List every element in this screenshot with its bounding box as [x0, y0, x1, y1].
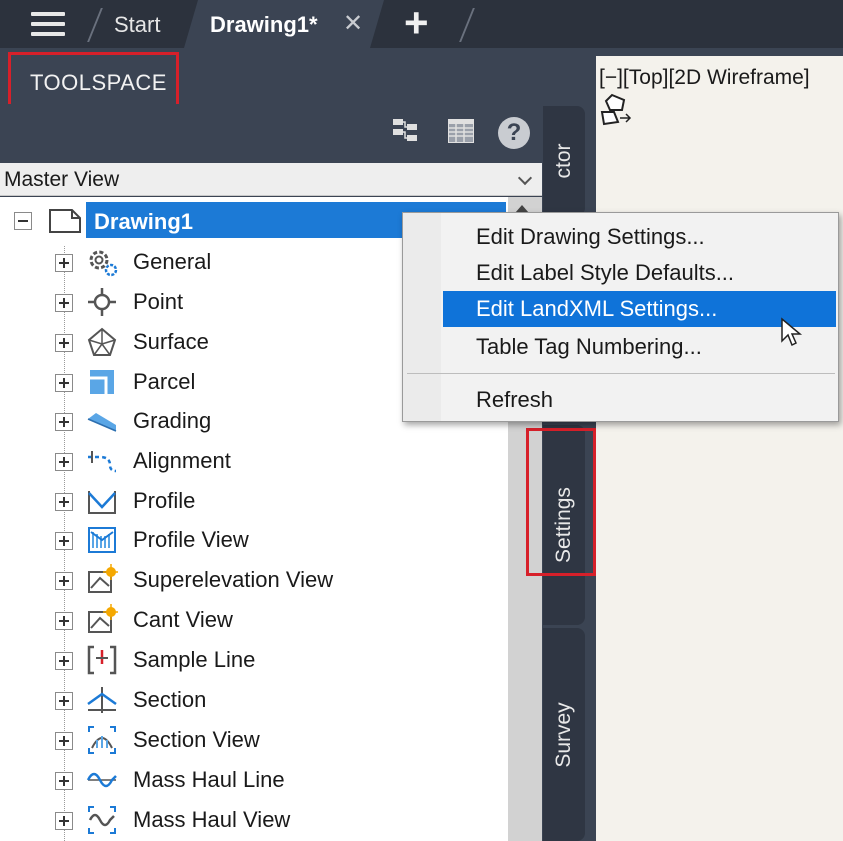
tree-node-sample-line[interactable]: Sample Line — [0, 642, 508, 678]
hamburger-menu-icon[interactable] — [31, 12, 65, 36]
tab-survey[interactable]: Survey — [543, 628, 585, 841]
gear-icon — [89, 250, 118, 277]
point-icon — [88, 288, 116, 316]
close-tab-icon[interactable]: ✕ — [343, 9, 363, 38]
cant-view-icon — [88, 604, 118, 633]
menu-item-edit-drawing-settings[interactable]: Edit Drawing Settings... — [443, 219, 836, 255]
section-icon — [87, 687, 117, 713]
expand-toggle[interactable] — [55, 572, 73, 590]
tab-drawing1-label[interactable]: Drawing1* — [210, 12, 318, 38]
tree-node-section-view[interactable]: Section View — [0, 722, 508, 758]
expand-toggle[interactable] — [55, 334, 73, 352]
expand-toggle[interactable] — [55, 532, 73, 550]
drawing-document-icon — [49, 209, 81, 233]
master-view-dropdown[interactable]: Master View — [0, 163, 542, 196]
drawing-viewport[interactable] — [596, 56, 843, 841]
tree-node-label: Cant View — [133, 607, 233, 632]
tree-node-label: Grading — [133, 408, 212, 433]
tree-node-label: Surface — [133, 329, 209, 354]
alignment-icon — [88, 451, 117, 473]
ucs-icon — [600, 93, 632, 126]
expand-toggle[interactable] — [55, 692, 73, 710]
context-menu-gutter — [403, 213, 441, 421]
expand-toggle[interactable] — [55, 453, 73, 471]
expand-toggle[interactable] — [55, 254, 73, 272]
menu-item-label: Edit Drawing Settings... — [476, 224, 705, 249]
menu-item-table-tag-numbering[interactable]: Table Tag Numbering... — [443, 329, 836, 365]
tree-root-label[interactable]: Drawing1 — [94, 209, 193, 235]
tab-survey-label: Survey — [552, 701, 575, 768]
tree-node-label: Superelevation View — [133, 567, 334, 592]
expand-toggle[interactable] — [55, 493, 73, 511]
sample-line-icon — [87, 645, 117, 675]
tree-node-superelevation-view[interactable]: Superelevation View — [0, 562, 508, 598]
chevron-down-icon — [517, 170, 533, 186]
parcel-icon — [90, 370, 114, 394]
expand-toggle[interactable] — [55, 294, 73, 312]
tree-node-label: Mass Haul Line — [133, 767, 285, 792]
menu-item-label: Refresh — [476, 387, 554, 412]
tree-node-label: Parcel — [133, 369, 196, 394]
tree-node-label: Section View — [133, 727, 260, 752]
menu-item-refresh[interactable]: Refresh — [443, 382, 836, 418]
menu-item-label: Edit Label Style Defaults... — [476, 260, 735, 285]
grading-icon — [87, 413, 117, 432]
expand-toggle[interactable] — [55, 812, 73, 830]
tree-node-cant-view[interactable]: Cant View — [0, 602, 508, 638]
mass-haul-view-icon — [88, 806, 116, 834]
tab-prospector-label: ctor — [552, 143, 575, 179]
tree-node-mass-haul-view[interactable]: Mass Haul View — [0, 802, 508, 838]
profile-icon — [88, 491, 116, 514]
menu-item-label: Table Tag Numbering... — [476, 334, 702, 359]
master-view-selected: Master View — [4, 168, 120, 191]
profile-view-icon — [88, 527, 116, 553]
tree-node-profile-view[interactable]: Profile View — [0, 522, 508, 558]
superelevation-view-icon — [88, 564, 118, 593]
table-list-icon[interactable] — [446, 116, 476, 146]
tree-node-label: Sample Line — [133, 647, 256, 672]
tree-node-label: Alignment — [133, 448, 231, 473]
expand-toggle[interactable] — [55, 772, 73, 790]
tree-node-profile[interactable]: Profile — [0, 483, 508, 519]
tree-node-label: Mass Haul View — [133, 807, 291, 832]
tree-node-alignment[interactable]: Alignment — [0, 443, 508, 479]
tree-node-section[interactable]: Section — [0, 682, 508, 718]
expand-toggle[interactable] — [55, 374, 73, 392]
context-menu: Edit Drawing Settings... Edit Label Styl… — [402, 212, 839, 422]
help-icon[interactable]: ? — [498, 117, 530, 149]
tree-node-label: General — [133, 249, 212, 274]
tab-prospector[interactable]: ctor — [543, 106, 585, 216]
new-tab-icon[interactable]: + — [404, 1, 429, 45]
tree-node-label: Section — [133, 687, 207, 712]
tree-node-mass-haul-line[interactable]: Mass Haul Line — [0, 762, 508, 798]
mass-haul-line-icon — [86, 772, 117, 788]
expand-toggle[interactable] — [55, 652, 73, 670]
tree-node-label: Point — [133, 289, 184, 314]
menu-item-edit-label-style-defaults[interactable]: Edit Label Style Defaults... — [443, 255, 836, 291]
expand-toggle[interactable] — [55, 413, 73, 431]
menu-item-edit-landxml-settings[interactable]: Edit LandXML Settings... — [443, 291, 836, 327]
expand-toggle[interactable] — [55, 612, 73, 630]
menu-divider — [407, 373, 835, 374]
tree-node-label: Profile — [133, 488, 196, 513]
mouse-pointer-icon — [781, 317, 803, 347]
expand-toggle[interactable] — [55, 732, 73, 750]
viewport-controls-label[interactable]: [−][Top][2D Wireframe] — [599, 66, 810, 90]
tree-node-label: Profile View — [133, 527, 249, 552]
surface-icon — [87, 327, 117, 356]
hierarchy-tree-icon[interactable] — [391, 116, 421, 146]
tab-start[interactable]: Start — [114, 12, 160, 38]
section-view-icon — [88, 726, 116, 754]
highlight-box-settings — [526, 428, 596, 576]
collapse-toggle-drawing1[interactable] — [14, 212, 32, 230]
menu-item-label: Edit LandXML Settings... — [476, 296, 718, 321]
